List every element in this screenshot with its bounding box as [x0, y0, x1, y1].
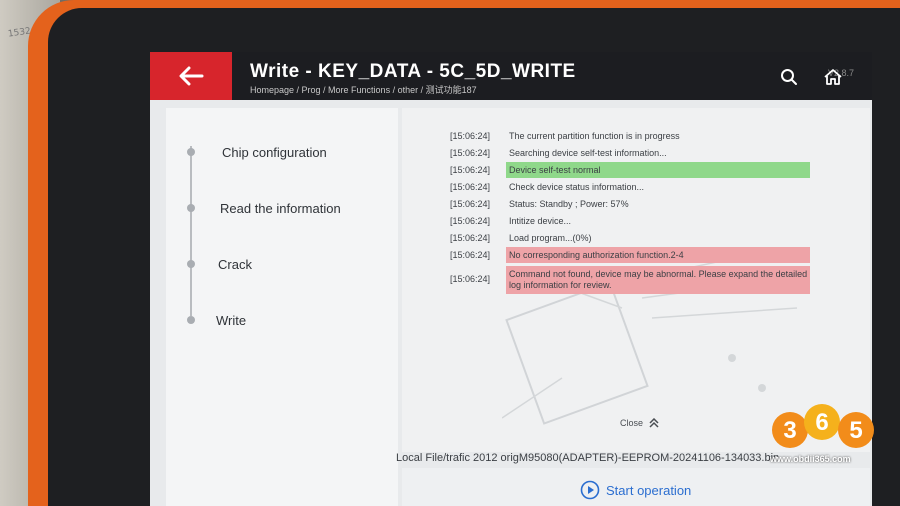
log-time: [15:06:24]	[450, 233, 491, 243]
log-message-error: No corresponding authorization function.…	[506, 247, 810, 263]
app-header: Write - KEY_DATA - 5C_5D_WRITE Homepage …	[150, 52, 872, 100]
log-row: [15:06:24] Searching device self-test in…	[402, 145, 870, 161]
log-time: [15:06:24]	[450, 131, 491, 141]
log-time: [15:06:24]	[450, 148, 491, 158]
log-time: [15:06:24]	[450, 199, 491, 209]
log-row: [15:06:24] No corresponding authorizatio…	[402, 247, 870, 263]
step-chip-configuration[interactable]: Chip configuration	[166, 140, 398, 164]
app-screen: Write - KEY_DATA - 5C_5D_WRITE Homepage …	[150, 52, 872, 506]
breadcrumb: Homepage / Prog / More Functions / other…	[250, 85, 477, 95]
step-label: Read the information	[220, 200, 341, 216]
log-row: [15:06:24] Command not found, device may…	[402, 266, 870, 294]
watermark-url: www.obdii365.com	[770, 454, 851, 464]
search-button[interactable]	[776, 64, 802, 90]
log-time: [15:06:24]	[450, 182, 491, 192]
home-icon	[824, 69, 842, 85]
bottom-action-bar: Start operation	[402, 468, 870, 506]
step-dot	[187, 148, 195, 156]
log-message: Intitize device...	[509, 216, 572, 226]
log-row: [15:06:24] The current partition functio…	[402, 128, 870, 144]
log-message: Check device status information...	[509, 182, 645, 192]
step-crack[interactable]: Crack	[166, 252, 398, 276]
log-message: Load program...(0%)	[509, 233, 592, 243]
log-message-success: Device self-test normal	[506, 162, 810, 178]
step-label: Chip configuration	[222, 144, 327, 160]
close-log-button[interactable]: Close	[620, 418, 659, 428]
search-icon	[781, 69, 797, 85]
log-time: [15:06:24]	[450, 216, 491, 226]
home-button[interactable]	[820, 64, 846, 90]
log-message: The current partition function is in pro…	[509, 131, 680, 141]
start-operation-button[interactable]: Start operation	[580, 480, 691, 500]
arrow-left-icon	[179, 66, 204, 86]
double-chevron-up-icon	[649, 418, 659, 428]
close-label: Close	[620, 418, 644, 428]
step-label: Crack	[218, 256, 252, 272]
step-dot	[187, 204, 195, 212]
log-row: [15:06:24] Intitize device...	[402, 213, 870, 229]
log-message: Searching device self-test information..…	[509, 148, 667, 158]
log-row: [15:06:24] Load program...(0%)	[402, 230, 870, 246]
log-time: [15:06:24]	[450, 274, 491, 284]
back-button[interactable]	[150, 52, 232, 100]
play-circle-icon	[580, 480, 600, 500]
obdii365-watermark-logo: 3 6 5 www.obdii365.com	[770, 392, 880, 472]
watermark-digit: 5	[849, 417, 862, 444]
page-title: Write - KEY_DATA - 5C_5D_WRITE	[250, 61, 576, 82]
step-dot	[187, 316, 195, 324]
log-message: Status: Standby ; Power: 57%	[509, 199, 629, 209]
log-time: [15:06:24]	[450, 165, 491, 175]
step-dot	[187, 260, 195, 268]
steps-panel: Chip configuration Read the information …	[166, 108, 398, 506]
log-row: [15:06:24] Status: Standby ; Power: 57%	[402, 196, 870, 212]
step-write[interactable]: Write	[166, 308, 398, 332]
watermark-digit: 6	[815, 409, 828, 436]
step-label: Write	[216, 312, 247, 328]
log-message-error: Command not found, device may be abnorma…	[506, 266, 810, 294]
log-time: [15:06:24]	[450, 250, 491, 260]
step-read-information[interactable]: Read the information	[166, 196, 398, 220]
file-path-label: Local File/trafic 2012 origM95080(ADAPTE…	[396, 452, 780, 464]
watermark-digit: 3	[783, 417, 796, 444]
log-row: [15:06:24] Device self-test normal	[402, 162, 870, 178]
log-row: [15:06:24] Check device status informati…	[402, 179, 870, 195]
steps-connector	[190, 146, 192, 316]
start-operation-label: Start operation	[606, 482, 692, 498]
